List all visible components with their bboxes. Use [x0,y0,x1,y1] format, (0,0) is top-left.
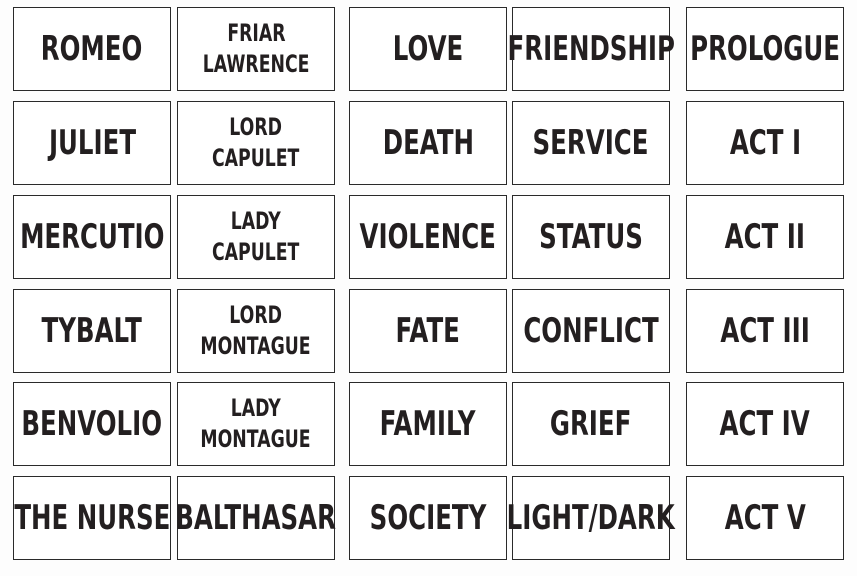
card-label: PROLOGUE [690,29,840,69]
card-label-line: MONTAGUE [200,425,312,453]
card-label: ACT I [729,123,801,163]
card-adults: BALTHASAR [175,476,337,560]
card-adults: LADY CAPULET [177,195,335,279]
card-characters: BENVOLIO [13,382,171,466]
card-label-line: LAWRENCE [202,50,310,78]
card-themes-1: VIOLENCE [349,195,507,279]
card-label: MERCUTIO [19,217,165,257]
card-adults: LADY MONTAGUE [177,382,335,466]
card-label-line: LORD [229,113,283,141]
card-acts: ACT V [686,476,844,560]
card-label: TYBALT [41,311,143,351]
card-characters: MERCUTIO [13,195,171,279]
card-label: ACT IV [719,404,811,444]
card-label: FRIENDSHIP [507,29,675,69]
card-label-line: CAPULET [212,144,300,172]
card-label: ACT V [724,498,806,538]
card-themes-1: DEATH [349,101,507,185]
card-acts: ACT I [686,101,844,185]
card-themes-1: FAMILY [349,382,507,466]
card-adults: LORD CAPULET [177,101,335,185]
card-themes-1: FATE [349,289,507,373]
card-label-line: LADY [231,394,281,422]
card-label-line: CAPULET [212,238,300,266]
card-label: BENVOLIO [21,404,163,444]
card-characters: TYBALT [13,289,171,373]
card-label-line: LADY [231,207,281,235]
card-characters: THE NURSE [13,476,171,560]
card-label: BALTHASAR [175,498,337,538]
card-label: CONFLICT [523,311,659,351]
card-label: GRIEF [550,404,632,444]
card-label: SOCIETY [369,498,487,538]
card-label: THE NURSE [14,498,171,538]
card-label-line: LORD [229,301,283,329]
card-label: JULIET [48,123,136,163]
card-label: ROMEO [41,29,143,69]
card-label: LOVE [392,29,464,69]
card-acts: PROLOGUE [686,7,844,91]
card-label: FAMILY [380,404,476,444]
card-label-line: FRIAR [226,19,286,47]
card-adults: LORD MONTAGUE [177,289,335,373]
card-characters: ROMEO [13,7,171,91]
card-label-line: MONTAGUE [200,332,312,360]
card-label: STATUS [539,217,643,257]
card-label: FATE [395,311,461,351]
card-themes-1: SOCIETY [349,476,507,560]
card-themes-2: STATUS [512,195,670,279]
card-themes-2: SERVICE [512,101,670,185]
card-acts: ACT IV [686,382,844,466]
card-adults: FRIAR LAWRENCE [177,7,335,91]
card-themes-1: LOVE [349,7,507,91]
card-label: ACT III [720,311,810,351]
card-themes-2: LIGHT/DARK [507,476,675,560]
card-themes-2: GRIEF [512,382,670,466]
card-acts: ACT II [686,195,844,279]
card-acts: ACT III [686,289,844,373]
card-label: ACT II [724,217,806,257]
card-label: VIOLENCE [359,217,497,257]
card-label: LIGHT/DARK [506,498,676,538]
card-characters: JULIET [13,101,171,185]
card-themes-2: CONFLICT [512,289,670,373]
card-label: DEATH [382,123,474,163]
card-label: SERVICE [533,123,649,163]
card-themes-2: FRIENDSHIP [507,7,675,91]
